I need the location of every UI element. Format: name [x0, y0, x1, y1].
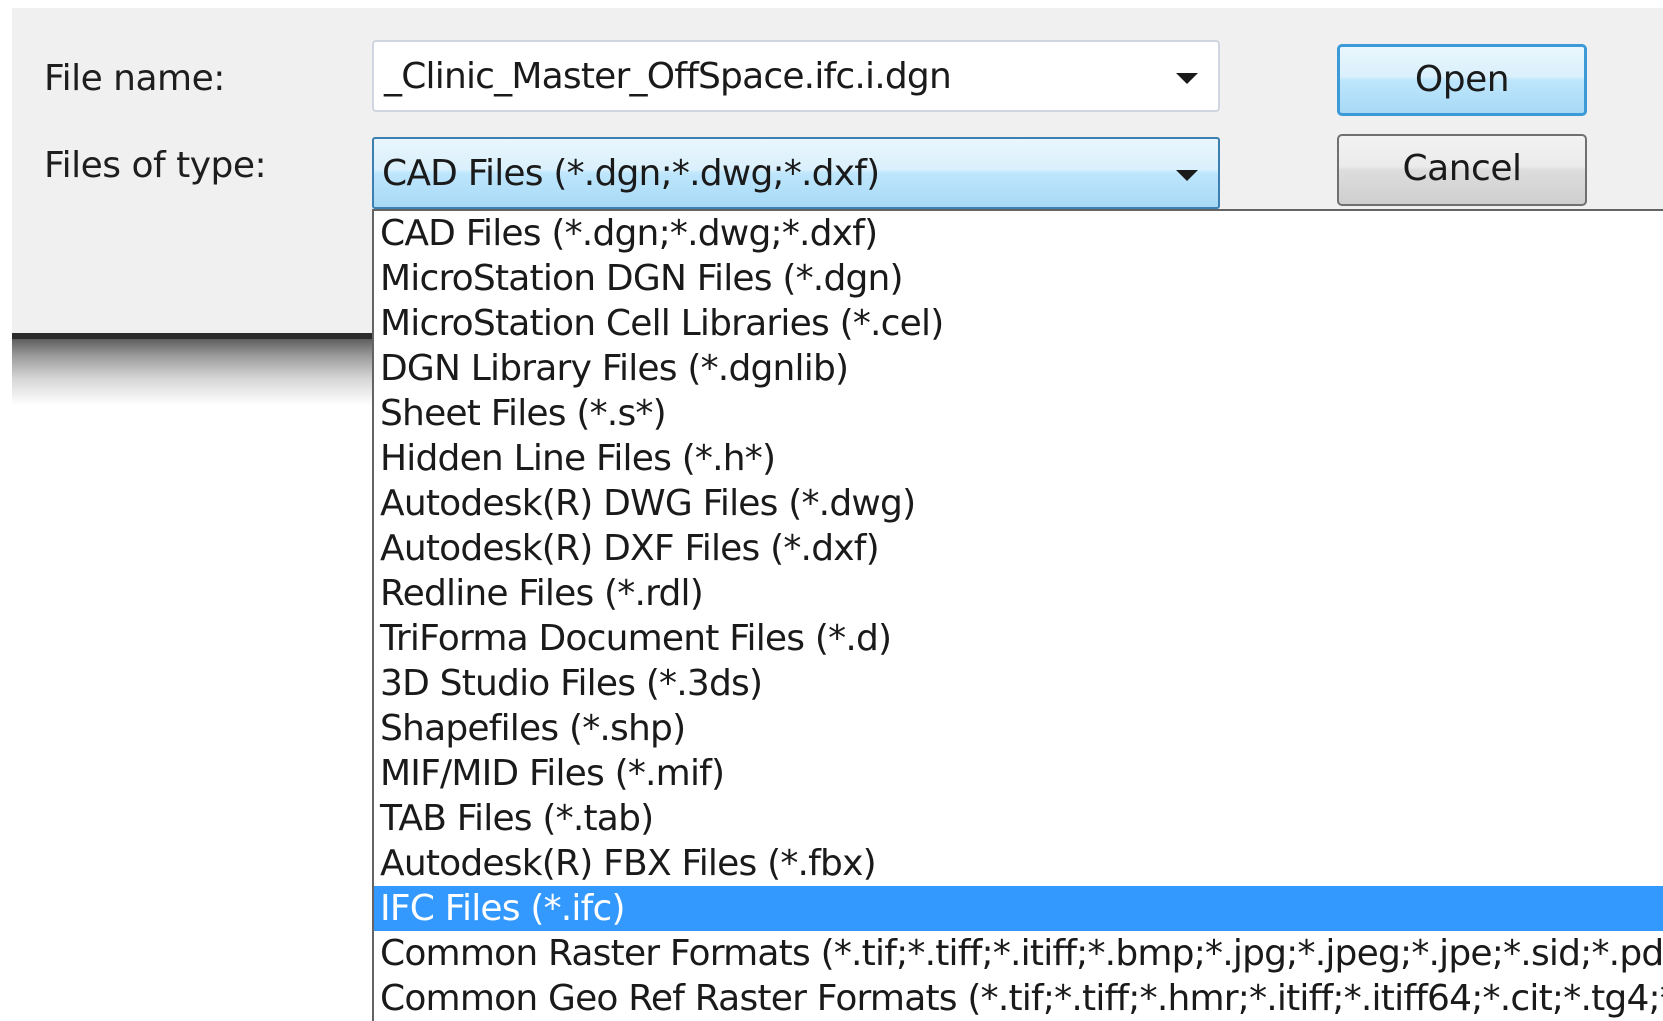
dropdown-option[interactable]: TAB Files (*.tab)	[374, 796, 1663, 841]
file-type-combobox[interactable]: CAD Files (*.dgn;*.dwg;*.dxf)	[372, 137, 1220, 209]
open-button[interactable]: Open	[1337, 44, 1587, 116]
chevron-down-icon[interactable]	[1176, 170, 1198, 181]
file-type-selected-value[interactable]: CAD Files (*.dgn;*.dwg;*.dxf)	[382, 153, 880, 194]
dropdown-option[interactable]: Autodesk(R) DWG Files (*.dwg)	[374, 481, 1663, 526]
dropdown-option[interactable]: DGN Library Files (*.dgnlib)	[374, 346, 1663, 391]
dropdown-option[interactable]: CAD Files (*.dgn;*.dwg;*.dxf)	[374, 211, 1663, 256]
file-type-label: Files of type:	[44, 145, 267, 186]
dropdown-option-selected[interactable]: IFC Files (*.ifc)	[374, 886, 1663, 931]
dropdown-option[interactable]: Autodesk(R) FBX Files (*.fbx)	[374, 841, 1663, 886]
dropdown-option[interactable]: Sheet Files (*.s*)	[374, 391, 1663, 436]
dialog-shadow	[12, 339, 372, 405]
file-type-dropdown-list[interactable]: CAD Files (*.dgn;*.dwg;*.dxf) MicroStatio…	[372, 209, 1663, 1021]
dropdown-option[interactable]: TriForma Document Files (*.d)	[374, 616, 1663, 661]
dropdown-option[interactable]: Common Raster Formats (*.tif;*.tiff;*.it…	[374, 931, 1663, 976]
dropdown-option[interactable]: Autodesk(R) DXF Files (*.dxf)	[374, 526, 1663, 571]
dropdown-option[interactable]: Shapefiles (*.shp)	[374, 706, 1663, 751]
dropdown-option[interactable]: MicroStation Cell Libraries (*.cel)	[374, 301, 1663, 346]
cancel-button[interactable]: Cancel	[1337, 134, 1587, 206]
file-name-input[interactable]: _Clinic_Master_OffSpace.ifc.i.dgn	[384, 56, 952, 97]
dropdown-option[interactable]: Common Geo Ref Raster Formats (*.tif;*.t…	[374, 976, 1663, 1021]
file-open-dialog: File name: Files of type: _Clinic_Master…	[0, 0, 1663, 1021]
file-name-label: File name:	[44, 58, 225, 99]
dropdown-option[interactable]: 3D Studio Files (*.3ds)	[374, 661, 1663, 706]
file-name-combobox[interactable]: _Clinic_Master_OffSpace.ifc.i.dgn	[372, 40, 1220, 112]
chevron-down-icon[interactable]	[1176, 73, 1198, 84]
dropdown-option[interactable]: Redline Files (*.rdl)	[374, 571, 1663, 616]
dropdown-option[interactable]: MIF/MID Files (*.mif)	[374, 751, 1663, 796]
dropdown-option[interactable]: Hidden Line Files (*.h*)	[374, 436, 1663, 481]
dropdown-option[interactable]: MicroStation DGN Files (*.dgn)	[374, 256, 1663, 301]
